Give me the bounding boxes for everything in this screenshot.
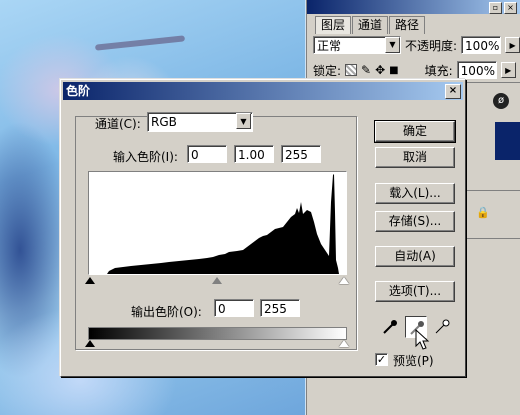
layer-divider-2: [462, 238, 520, 239]
panel-tabs: 图层 通道 路径: [315, 16, 426, 34]
save-button[interactable]: 存储(S)...: [375, 211, 455, 232]
tab-channels[interactable]: 通道: [352, 16, 389, 34]
fill-input[interactable]: 100%: [456, 61, 497, 79]
output-white-slider[interactable]: [339, 340, 349, 347]
blend-row: 正常 ▼ 不透明度: 100% ▶: [313, 36, 520, 54]
panel-close-button[interactable]: ×: [504, 2, 517, 14]
panel-titlebar[interactable]: ▫ ×: [307, 0, 520, 14]
fill-arrow-icon[interactable]: ▶: [500, 62, 516, 78]
lock-all-icon[interactable]: ■: [389, 65, 398, 76]
cancel-button[interactable]: 取消: [375, 147, 455, 168]
chevron-down-icon: ▼: [236, 113, 251, 129]
tab-paths[interactable]: 路径: [389, 16, 426, 34]
selected-layer-row[interactable]: [495, 122, 520, 160]
input-white-field[interactable]: 255: [281, 145, 321, 163]
lock-row: 锁定: ✎ ✥ ■ 填充: 100% ▶: [313, 61, 516, 79]
dialog-titlebar[interactable]: 色阶 ×: [63, 82, 463, 100]
fill-label: 填充:: [424, 63, 453, 78]
layer-lock-icon: 🔒: [476, 206, 490, 219]
opacity-input[interactable]: 100%: [461, 36, 502, 54]
chevron-down-icon: ▼: [385, 37, 400, 53]
tab-layers[interactable]: 图层: [315, 16, 352, 34]
load-button[interactable]: 载入(L)...: [375, 183, 455, 204]
input-black-slider[interactable]: [85, 277, 95, 284]
histogram: [88, 171, 347, 275]
blend-mode-value: 正常: [317, 39, 342, 53]
white-eyedropper-icon[interactable]: [431, 316, 453, 338]
ok-button[interactable]: 确定: [374, 120, 456, 143]
blend-mode-select[interactable]: 正常 ▼: [313, 36, 401, 54]
input-gamma-slider[interactable]: [212, 277, 222, 284]
output-black-field[interactable]: 0: [214, 299, 254, 317]
opacity-arrow-icon[interactable]: ▶: [505, 37, 520, 53]
opacity-label: 不透明度:: [405, 38, 458, 53]
lock-move-icon[interactable]: ✥: [375, 63, 385, 77]
output-black-slider[interactable]: [85, 340, 95, 347]
input-black-field[interactable]: 0: [187, 145, 227, 163]
lock-transparent-icon[interactable]: [345, 64, 358, 76]
input-white-slider[interactable]: [339, 277, 349, 284]
panel-minimize-button[interactable]: ▫: [489, 2, 502, 14]
output-white-field[interactable]: 255: [260, 299, 300, 317]
layer-divider: [462, 190, 520, 191]
black-eyedropper-icon[interactable]: [379, 316, 401, 338]
dialog-title: 色阶: [66, 84, 91, 98]
channel-value: RGB: [151, 115, 177, 129]
histogram-shape: [107, 174, 339, 274]
channel-select[interactable]: RGB ▼: [147, 112, 253, 132]
close-icon[interactable]: ×: [445, 84, 461, 99]
preview-label: 预览(P): [393, 354, 434, 368]
lock-label: 锁定:: [313, 63, 342, 78]
auto-button[interactable]: 自动(A): [375, 246, 455, 267]
mouse-cursor-icon: [415, 328, 431, 354]
input-gamma-field[interactable]: 1.00: [234, 145, 274, 163]
input-levels-label: 输入色阶(I):: [113, 150, 178, 164]
preview-checkbox[interactable]: ✓: [375, 353, 388, 366]
histogram-chart: [107, 174, 339, 274]
layer-style-icon[interactable]: ø: [493, 93, 509, 109]
channel-label: 通道(C):: [95, 117, 141, 131]
options-button[interactable]: 选项(T)...: [375, 281, 455, 302]
output-levels-label: 输出色阶(O):: [131, 305, 202, 319]
lock-brush-icon[interactable]: ✎: [361, 63, 371, 77]
output-gradient-bar: [88, 327, 347, 340]
